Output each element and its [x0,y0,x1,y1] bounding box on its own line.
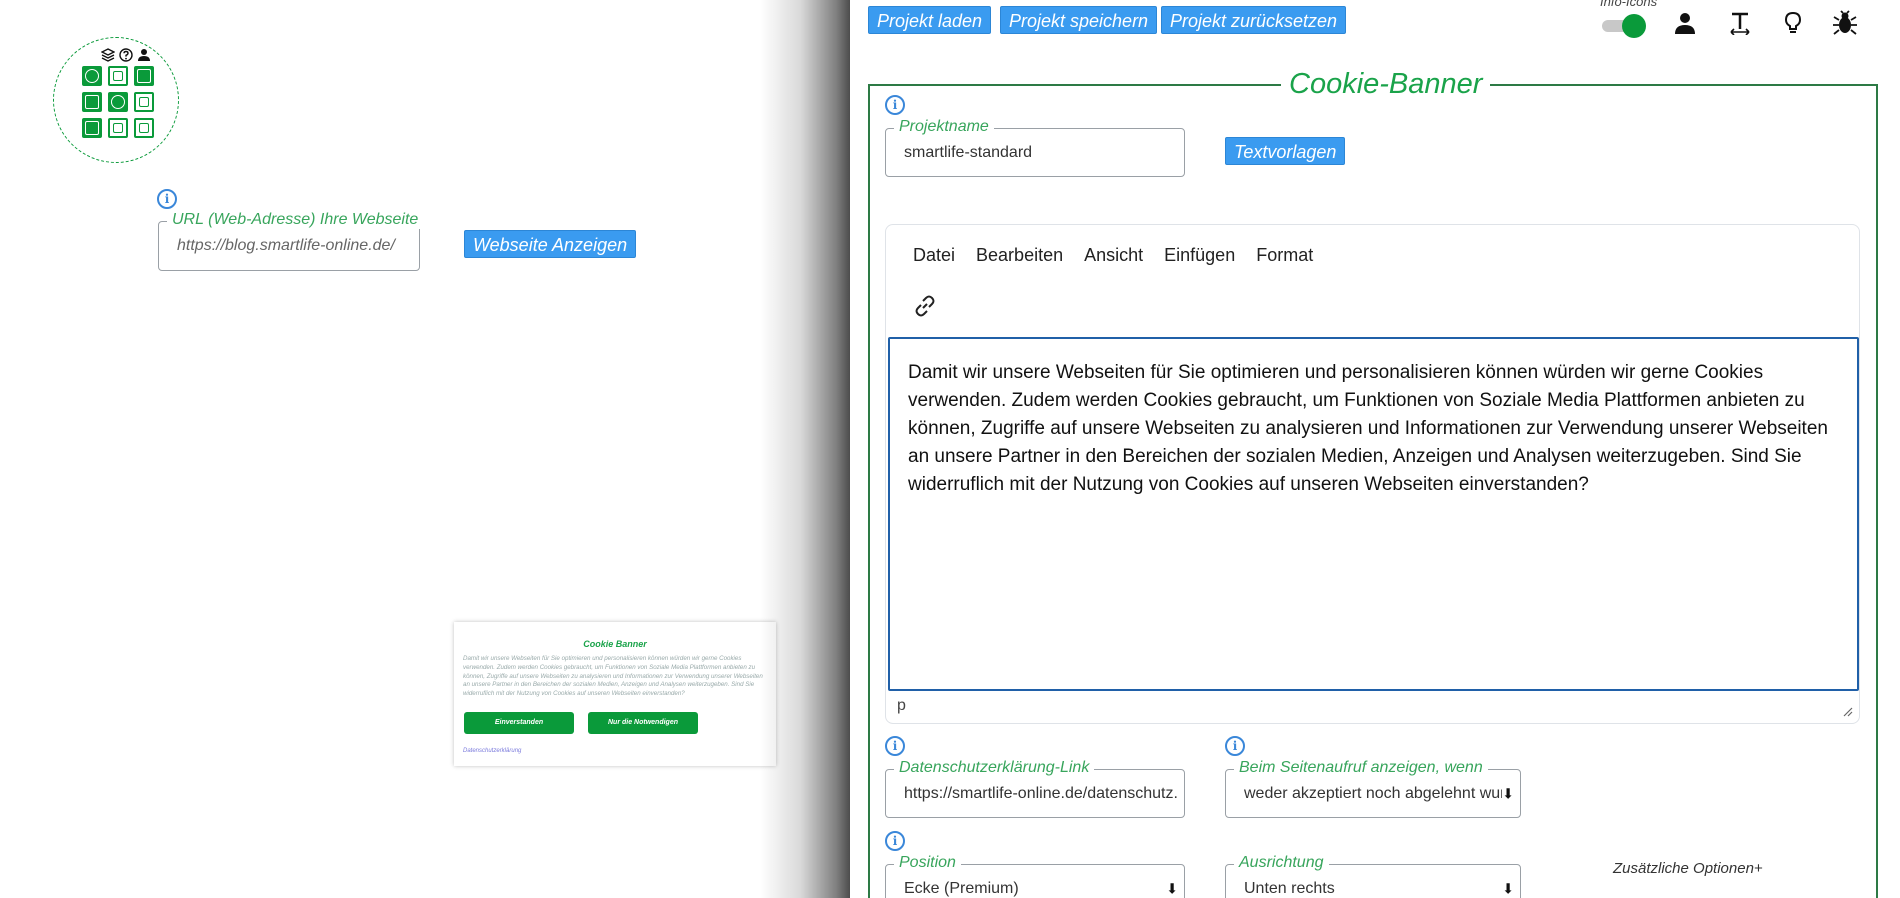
layers-icon [101,48,115,62]
menu-file[interactable]: Datei [913,245,955,266]
logo-top-icons [101,48,151,64]
toggle-knob [1622,14,1646,38]
app-logo[interactable] [53,37,179,163]
privacy-link-field[interactable]: Datenschutzerklärung-Link https://smartl… [885,759,1185,818]
load-project-button[interactable]: Projekt laden [868,6,992,34]
logo-tool-grid [82,66,154,138]
show-when-info-icon[interactable]: i [1225,736,1245,756]
info-icons-label: Info-Icons [1600,0,1658,9]
privacy-link-input[interactable]: https://smartlife-online.de/datenschutz.… [904,770,1178,817]
contact-tool-icon [108,118,128,138]
project-info-icon[interactable]: i [885,95,905,115]
text-format-icon[interactable] [1727,10,1753,36]
menu-view[interactable]: Ansicht [1084,245,1143,266]
cookie-tool-icon [82,66,102,86]
preview-accept-button[interactable]: Einverstanden [464,712,574,734]
reset-project-button[interactable]: Projekt zurücksetzen [1161,6,1347,34]
info-icons-toggle[interactable] [1602,14,1646,38]
layout-tool-icon [134,66,154,86]
panel-title: Cookie-Banner [1281,66,1491,102]
text-templates-button[interactable]: Textvorlagen [1225,137,1346,165]
facebook-tool-icon [134,118,154,138]
position-info-icon[interactable]: i [885,831,905,851]
show-website-button[interactable]: Webseite Anzeigen [464,230,637,258]
privacy-link-info-icon[interactable]: i [885,736,905,756]
blogger-tool-icon [82,118,102,138]
dropdown-arrow-icon: ⬇ [1502,880,1514,896]
cookie-banner-preview: Cookie Banner Damit wir unsere Webseiten… [454,622,776,766]
editor-element-path: p [897,697,906,714]
editor-menubar: Datei Bearbeiten Ansicht Einfügen Format [913,245,1313,266]
search-tool-icon [108,92,128,112]
browser-tool-icon [108,66,128,86]
image-tool-icon [82,92,102,112]
url-field[interactable]: URL (Web-Adresse) Ihre Webseite https://… [158,211,424,271]
account-icon[interactable] [1672,10,1698,36]
panel-shadow [760,0,850,898]
preview-necessary-button[interactable]: Nur die Notwendigen [588,712,698,734]
extra-options-toggle[interactable]: Zusätzliche Optionen+ [1613,860,1763,877]
menu-insert[interactable]: Einfügen [1164,245,1235,266]
link-icon[interactable] [910,291,940,321]
position-select[interactable]: Position Ecke (Premium) ⬇ [885,854,1185,898]
dropdown-arrow-icon: ⬇ [1502,785,1514,801]
position-selected: Ecke (Premium) [904,879,1019,897]
bug-icon[interactable] [1832,10,1858,36]
url-info-icon[interactable]: i [157,189,177,209]
show-when-selected: weder akzeptiert noch abgelehnt wurde [1244,784,1502,802]
preview-text: Damit wir unsere Webseiten für Sie optim… [463,655,763,698]
show-when-select[interactable]: Beim Seitenaufruf anzeigen, wenn weder a… [1225,759,1521,818]
preview-title: Cookie Banner [583,639,647,649]
menu-format[interactable]: Format [1256,245,1313,266]
user-icon [138,49,150,61]
help-icon [119,48,133,62]
editor-content-area[interactable]: Damit wir unsere Webseiten für Sie optim… [888,337,1859,691]
mobile-tool-icon [134,92,154,112]
project-name-field[interactable]: Projektname smartlife-standard [885,118,1185,177]
dropdown-arrow-icon: ⬇ [1166,880,1178,896]
preview-privacy-link[interactable]: Datenschutzerklärung [463,748,521,754]
save-project-button[interactable]: Projekt speichern [1000,6,1158,34]
lightbulb-icon[interactable] [1780,10,1806,36]
menu-edit[interactable]: Bearbeiten [976,245,1063,266]
resize-handle-icon[interactable] [1843,707,1853,717]
rich-text-editor: Datei Bearbeiten Ansicht Einfügen Format… [885,224,1860,724]
project-name-input[interactable]: smartlife-standard [904,129,1178,176]
url-input[interactable]: https://blog.smartlife-online.de/ [177,222,413,270]
alignment-selected: Unten rechts [1244,879,1335,897]
alignment-select[interactable]: Ausrichtung Unten rechts ⬇ [1225,854,1521,898]
